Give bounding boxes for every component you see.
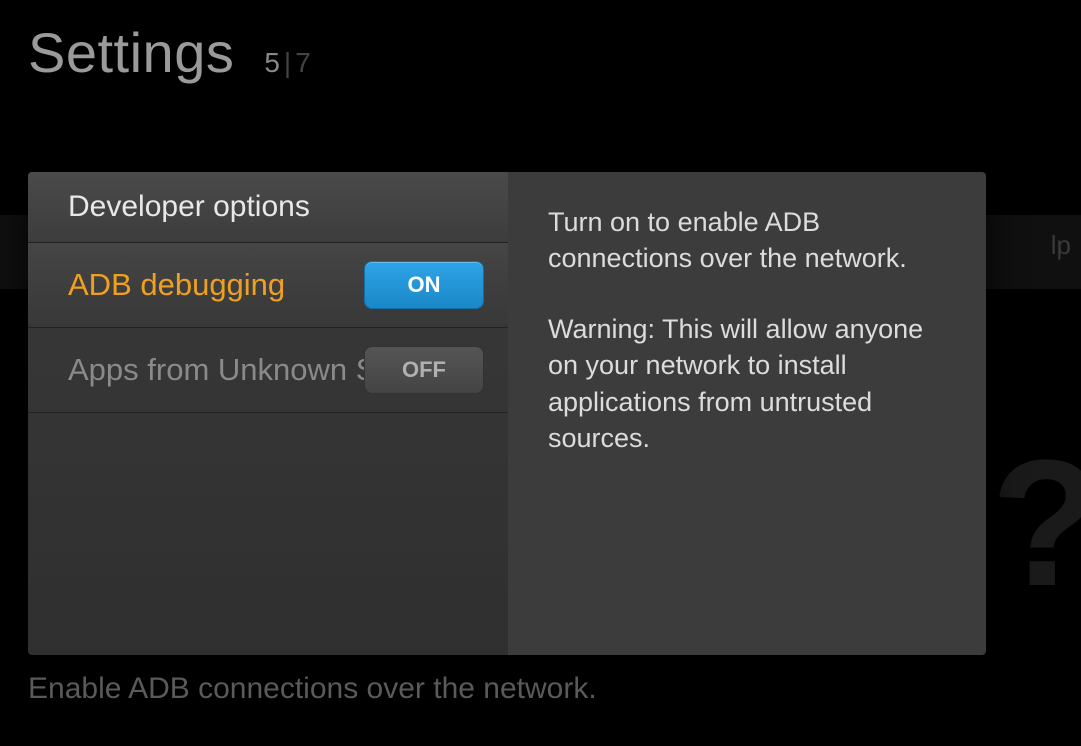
page-header: Settings 5|7 xyxy=(0,0,1081,85)
background-partial-text: lp xyxy=(1051,230,1071,261)
option-label: ADB debugging xyxy=(68,267,285,303)
page-title: Settings xyxy=(28,20,234,85)
background-question-icon: ? xyxy=(991,420,1081,627)
option-label: Apps from Unknown Sources xyxy=(68,352,364,388)
description-paragraph-2: Warning: This will allow anyone on your … xyxy=(548,311,946,457)
counter-total: 7 xyxy=(295,47,311,78)
page-counter: 5|7 xyxy=(264,47,310,79)
description-panel: Turn on to enable ADB connections over t… xyxy=(508,172,986,655)
options-list: Developer options ADB debugging ON Apps … xyxy=(28,172,508,655)
section-title: Developer options xyxy=(28,172,508,243)
toggle-adb-debugging[interactable]: ON xyxy=(364,261,484,309)
footer-hint: Enable ADB connections over the network. xyxy=(28,672,597,706)
toggle-unknown-sources[interactable]: OFF xyxy=(364,346,484,394)
counter-current: 5 xyxy=(264,47,280,78)
option-adb-debugging[interactable]: ADB debugging ON xyxy=(28,243,508,328)
description-paragraph-1: Turn on to enable ADB connections over t… xyxy=(548,204,946,277)
counter-separator: | xyxy=(284,47,291,78)
option-unknown-sources[interactable]: Apps from Unknown Sources OFF xyxy=(28,328,508,413)
settings-panel: Developer options ADB debugging ON Apps … xyxy=(28,172,986,655)
